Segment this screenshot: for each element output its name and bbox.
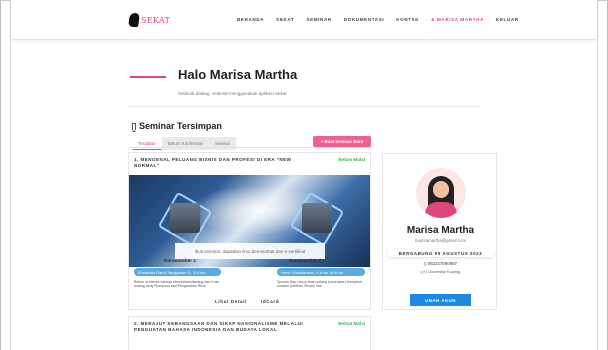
profile-email: marisamartha@gmail.com [414, 238, 467, 243]
nav-item-sekat[interactable]: SEKAT [276, 17, 294, 22]
nav-item-beranda[interactable]: BERANDA [237, 17, 264, 22]
navbar: SEKAT BERANDA SEKAT SEMINAR DOKUMENTASI … [11, 0, 597, 40]
seminar-banner: Ikuti seminar, dapatkan ilmu bermanfaat … [129, 175, 370, 267]
greeting-accent-line [130, 76, 166, 78]
nav-item-keluar[interactable]: KELUAR [496, 17, 519, 22]
speaker-name-2: Henri Christianson, S.Kom, M.Kom [277, 268, 365, 276]
status-badge: Belum Mulai [338, 321, 365, 326]
nav-item-profile[interactable]: & MARISA MARTHA [431, 17, 484, 22]
new-seminar-button[interactable]: + Buat Seminar Baru [313, 136, 371, 147]
speaker-photo-1 [170, 203, 200, 233]
greeting-subtitle: Selamat datang, selamat menggunakan apli… [178, 91, 287, 96]
speaker-label-1: Narasumber 1 [164, 259, 196, 264]
greeting-title: Halo Marisa Martha [178, 67, 298, 82]
seminar-title[interactable]: 2. MERAJUT KEBANGSAAN DAN SIKAP NASIONAL… [134, 321, 314, 332]
tab-belum-konfirmasi[interactable]: Belum Konfirmasi [161, 137, 210, 150]
banner-overlay-text: Ikuti seminar, dapatkan ilmu bermanfaat … [175, 243, 325, 259]
card-actions: Lihat Detail IdCard [215, 299, 279, 304]
tabs-underline [128, 147, 371, 148]
view-detail-link[interactable]: Lihat Detail [215, 299, 247, 304]
seminar-card: 2. MERAJUT KEBANGSAAN DAN SIKAP NASIONAL… [128, 316, 371, 350]
profile-card: Marisa Martha marisamartha@gmail.com BER… [382, 153, 497, 310]
edit-account-button[interactable]: UBAH AKUN [410, 294, 471, 306]
profile-name: Marisa Martha [406, 225, 475, 236]
avatar-face [433, 181, 449, 198]
idcard-link[interactable]: IdCard [261, 299, 279, 304]
nav-item-kontak[interactable]: KONTAK [396, 17, 419, 22]
speaker-photo-2 [302, 203, 332, 233]
tab-terdaftar[interactable]: Terdaftar [132, 137, 162, 150]
divider [128, 106, 480, 107]
logo-mark-icon [128, 13, 140, 27]
seminar-tabs: Terdaftar Belum Konfirmasi Selesai [132, 137, 236, 150]
profile-phone: ▯ 082237890987 [383, 261, 498, 267]
profile-phone-text: 082237890987 [427, 261, 457, 266]
bookmark-icon [132, 122, 136, 132]
seminar-card: 1. MENGENAL PELUANG BISNIS DAN PROFESI D… [128, 152, 371, 310]
status-badge: Belum Mulai [338, 157, 365, 162]
nav-item-dokumentasi[interactable]: DOKUMENTASI [344, 17, 384, 22]
speaker-desc-2: Sposok Bap Husul anan salang jesuenssa D… [277, 280, 363, 289]
logo-text: SEKAT [141, 15, 171, 25]
nav-menu: BERANDA SEKAT SEMINAR DOKUMENTASI KONTAK… [237, 17, 519, 22]
frame-edge-right [597, 0, 598, 350]
frame-edge-left [10, 0, 11, 350]
avatar-shirt [425, 202, 457, 218]
avatar [416, 168, 466, 218]
speaker-desc-1: Beliau ia interes kahaya Mendalamidisdan… [134, 280, 219, 289]
speaker-name-1: Eduardus Dario Tanggalam S., S.Kom [134, 268, 221, 276]
section-title: Seminar Tersimpan [132, 121, 222, 132]
section-title-text: Seminar Tersimpan [139, 121, 222, 131]
tab-selesai[interactable]: Selesai [209, 137, 236, 150]
join-date-badge: BERGABUNG 09 AGUSTUS 2023 [387, 249, 494, 257]
seminar-title[interactable]: 1. MENGENAL PELUANG BISNIS DAN PROFESI D… [134, 157, 314, 168]
nav-item-seminar[interactable]: SEMINAR [306, 17, 331, 22]
speaker-label-2: Narasumber 2 [289, 259, 321, 264]
logo[interactable]: SEKAT [128, 13, 171, 27]
profile-institution: [ e ] Universitiy Kupang [420, 270, 461, 274]
